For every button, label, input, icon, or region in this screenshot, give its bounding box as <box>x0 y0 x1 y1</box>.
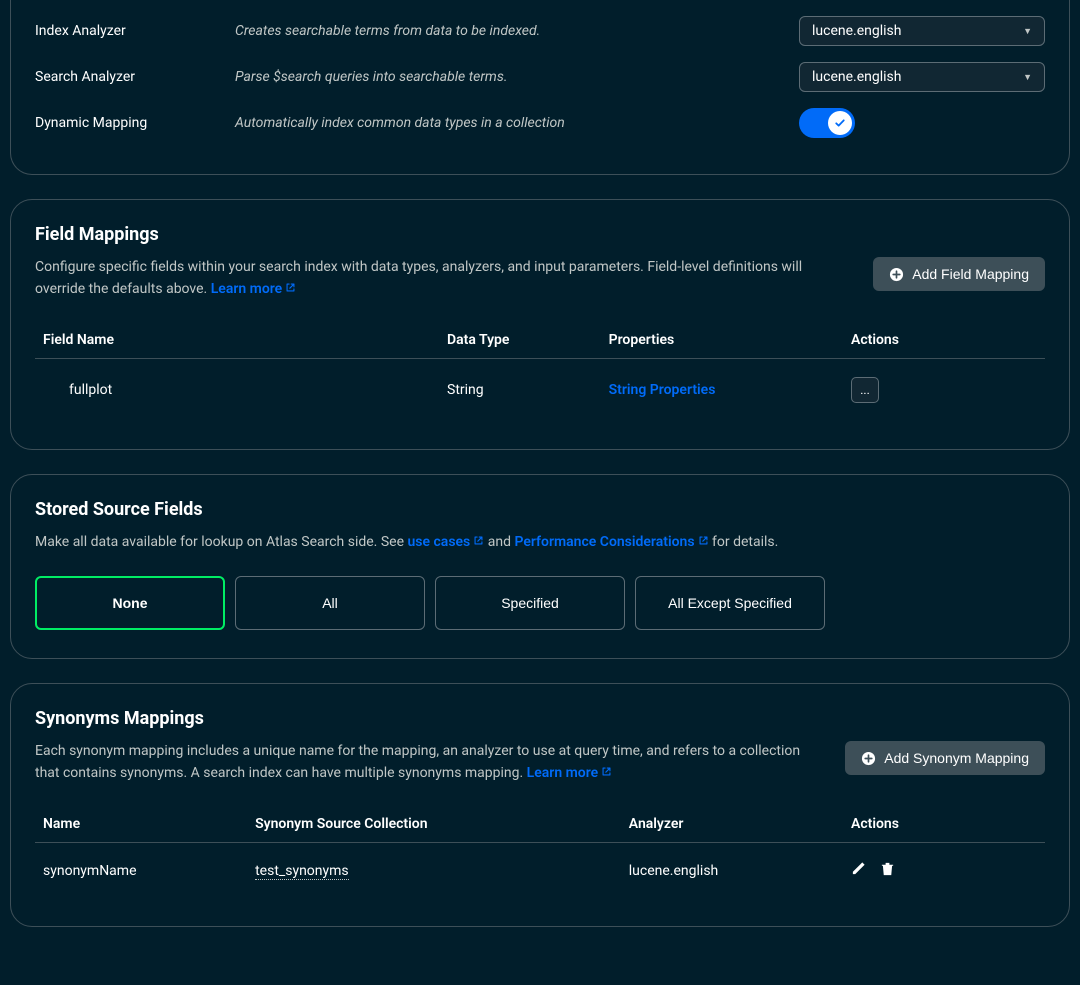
row-actions-menu-button[interactable]: ... <box>851 377 879 403</box>
dynamic-mapping-desc: Automatically index common data types in… <box>235 115 799 131</box>
synonyms-table: Name Synonym Source Collection Analyzer … <box>35 806 1045 898</box>
trash-icon[interactable] <box>880 861 895 880</box>
plus-circle-icon <box>861 751 876 766</box>
stored-source-card: Stored Source Fields Make all data avail… <box>10 474 1070 659</box>
field-mappings-learn-more-link[interactable]: Learn more <box>211 281 296 297</box>
synonyms-title: Synonyms Mappings <box>35 708 1045 729</box>
search-analyzer-select[interactable]: lucene.english ▼ <box>799 62 1045 92</box>
stored-source-title: Stored Source Fields <box>35 499 1045 520</box>
index-analyzer-value: lucene.english <box>812 23 901 39</box>
dynamic-mapping-label: Dynamic Mapping <box>35 115 235 131</box>
index-analyzer-label: Index Analyzer <box>35 23 235 39</box>
cell-analyzer: lucene.english <box>621 843 843 899</box>
chevron-down-icon: ▼ <box>1023 72 1032 83</box>
performance-considerations-link[interactable]: Performance Considerations <box>514 534 708 550</box>
search-analyzer-value: lucene.english <box>812 69 901 85</box>
cell-name: synonymName <box>35 843 247 899</box>
index-analyzer-select[interactable]: lucene.english ▼ <box>799 16 1045 46</box>
synonyms-learn-more-link[interactable]: Learn more <box>527 765 612 781</box>
field-mappings-desc: Configure specific fields within your se… <box>35 257 845 300</box>
stored-source-option-specified[interactable]: Specified <box>435 576 625 630</box>
search-analyzer-row: Search Analyzer Parse $search queries in… <box>35 54 1045 100</box>
external-link-icon <box>473 532 484 554</box>
field-mappings-card: Field Mappings Configure specific fields… <box>10 199 1070 450</box>
index-analyzer-desc: Creates searchable terms from data to be… <box>235 23 799 39</box>
table-row: synonymName test_synonyms lucene.english <box>35 843 1045 899</box>
col-actions: Actions <box>843 322 1045 359</box>
index-analyzer-row: Index Analyzer Creates searchable terms … <box>35 8 1045 54</box>
chevron-down-icon: ▼ <box>1023 26 1032 37</box>
synonyms-card: Synonyms Mappings Each synonym mapping i… <box>10 683 1070 927</box>
external-link-icon <box>698 532 709 554</box>
field-mappings-title: Field Mappings <box>35 224 1045 245</box>
add-field-mapping-button[interactable]: Add Field Mapping <box>873 257 1045 291</box>
search-analyzer-desc: Parse $search queries into searchable te… <box>235 69 799 85</box>
synonyms-desc: Each synonym mapping includes a unique n… <box>35 741 817 784</box>
cell-source[interactable]: test_synonyms <box>255 863 349 880</box>
col-field-name: Field Name <box>35 322 439 359</box>
edit-icon[interactable] <box>851 861 866 880</box>
dynamic-mapping-toggle[interactable] <box>799 108 855 138</box>
stored-source-segmented: None All Specified All Except Specified <box>35 576 1045 630</box>
field-mappings-table: Field Name Data Type Properties Actions … <box>35 322 1045 421</box>
external-link-icon <box>285 279 296 301</box>
stored-source-option-all[interactable]: All <box>235 576 425 630</box>
add-synonym-mapping-button[interactable]: Add Synonym Mapping <box>845 741 1045 775</box>
table-row: fullplot String String Properties ... <box>35 359 1045 422</box>
stored-source-option-none[interactable]: None <box>35 576 225 630</box>
use-cases-link[interactable]: use cases <box>407 534 484 550</box>
checkmark-icon <box>828 111 852 135</box>
cell-properties-link[interactable]: String Properties <box>609 382 716 398</box>
cell-data-type: String <box>439 359 601 422</box>
col-properties: Properties <box>601 322 843 359</box>
col-data-type: Data Type <box>439 322 601 359</box>
cell-field-name: fullplot <box>43 382 431 398</box>
dynamic-mapping-row: Dynamic Mapping Automatically index comm… <box>35 100 1045 146</box>
col-actions: Actions <box>843 806 1045 843</box>
search-analyzer-label: Search Analyzer <box>35 69 235 85</box>
stored-source-option-all-except[interactable]: All Except Specified <box>635 576 825 630</box>
col-analyzer: Analyzer <box>621 806 843 843</box>
col-source: Synonym Source Collection <box>247 806 621 843</box>
plus-circle-icon <box>889 267 904 282</box>
col-name: Name <box>35 806 247 843</box>
external-link-icon <box>601 763 612 785</box>
stored-source-desc: Make all data available for lookup on At… <box>35 532 1045 554</box>
analyzers-section: Index Analyzer Creates searchable terms … <box>10 0 1070 175</box>
